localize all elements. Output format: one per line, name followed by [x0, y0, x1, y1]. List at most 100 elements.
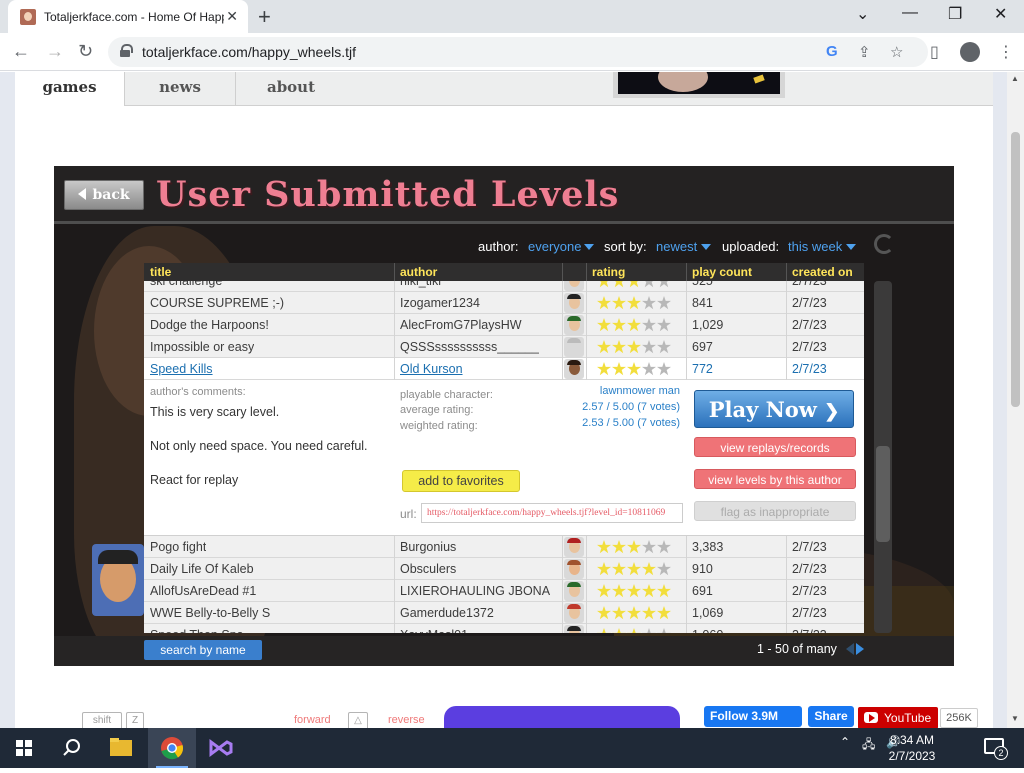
next-page-icon[interactable] [856, 643, 864, 655]
view-replays-button[interactable]: view replays/records [694, 437, 856, 457]
chrome-taskbar-button[interactable] [148, 728, 196, 768]
address-bar[interactable]: totaljerkface.com/happy_wheels.tjf G ⇪ ☆ [108, 37, 928, 67]
col-created-on[interactable]: created on [792, 265, 853, 279]
view-author-levels-button[interactable]: view levels by this author [694, 469, 856, 489]
level-url-field[interactable]: https://totaljerkface.com/happy_wheels.t… [421, 503, 683, 523]
star-rating [597, 606, 677, 620]
dropdown-arrow-icon[interactable] [584, 244, 594, 250]
reload-icon[interactable]: ↻ [78, 41, 93, 62]
table-row[interactable]: Daily Life Of Kaleb Obsculers 910 2/7/23 [144, 558, 864, 580]
minimize-icon[interactable]: — [902, 4, 918, 22]
level-author[interactable]: Old Kurson [400, 362, 463, 376]
level-author[interactable]: LIXIEROHAULING JBONA [400, 584, 550, 598]
character-avatar-icon [564, 603, 584, 623]
star-icon [612, 540, 626, 554]
level-author[interactable]: Gamerdude1372 [400, 606, 494, 620]
restore-icon[interactable]: ❐ [948, 4, 962, 24]
col-title[interactable]: title [150, 265, 171, 279]
network-icon[interactable]: 🖧 [862, 735, 875, 756]
search-by-name-button[interactable]: search by name [144, 640, 262, 660]
star-icon [627, 584, 641, 598]
uploaded-dropdown[interactable]: this week [788, 239, 842, 254]
refresh-icon[interactable] [874, 234, 894, 254]
dropdown-arrow-icon[interactable] [701, 244, 711, 250]
close-window-icon[interactable]: ✕ [994, 4, 1007, 24]
back-button[interactable]: back [64, 180, 144, 210]
add-to-favorites-button[interactable]: add to favorites [402, 470, 520, 492]
level-author[interactable]: Obsculers [400, 562, 456, 576]
sort-dropdown[interactable]: newest [656, 239, 697, 254]
page-scrollbar-thumb[interactable] [1011, 132, 1020, 407]
level-author[interactable]: AlecFromG7PlaysHW [400, 318, 522, 332]
star-icon [642, 584, 656, 598]
table-row[interactable]: Dodge the Harpoons! AlecFromG7PlaysHW 1,02… [144, 314, 864, 336]
play-now-label: Play Now [708, 397, 817, 422]
file-explorer-button[interactable] [97, 728, 145, 768]
dropdown-arrow-icon[interactable] [846, 244, 856, 250]
new-tab-icon[interactable]: + [258, 4, 271, 30]
nav-about[interactable]: about [236, 72, 346, 106]
start-button[interactable] [0, 728, 48, 768]
level-title[interactable]: Daily Life Of Kaleb [150, 562, 254, 576]
play-now-button[interactable]: Play Now ❯ [694, 390, 854, 428]
author-filter-dropdown[interactable]: everyone [528, 239, 581, 254]
list-scrollbar-thumb[interactable] [876, 446, 890, 542]
level-title[interactable]: AllofUsAreDead #1 [150, 584, 256, 598]
star-icon [612, 606, 626, 620]
level-title[interactable]: Speed Then Spa [150, 628, 244, 633]
table-row[interactable]: Speed Then Spa XavyMasl01 1,060 2/7/23 [144, 624, 864, 633]
table-row[interactable]: Impossible or easy QSSSssssssssss______ 69… [144, 336, 864, 358]
level-title[interactable]: WWE Belly-to-Belly S [150, 606, 270, 620]
table-row[interactable]: COURSE SUPREME ;-) Izogamer1234 841 2/7/23 [144, 292, 864, 314]
share-icon[interactable]: ⇪ [858, 43, 871, 61]
level-author[interactable]: Burgonius [400, 540, 456, 554]
page-scrollbar[interactable]: ▲ ▼ [1007, 72, 1024, 728]
forward-arrow-icon[interactable]: → [46, 41, 64, 62]
col-play-count[interactable]: play count [692, 265, 752, 279]
scroll-up-icon[interactable]: ▲ [1011, 74, 1019, 83]
table-row[interactable]: WWE Belly-to-Belly S Gamerdude1372 1,069 2/… [144, 602, 864, 624]
level-author[interactable]: niki_tiki [400, 281, 441, 288]
show-hidden-icons-icon[interactable]: ⌃ [840, 735, 850, 749]
menu-kebab-icon[interactable]: ⋮ [998, 42, 1014, 62]
star-icon [657, 562, 671, 576]
star-rating [597, 340, 677, 354]
table-row[interactable]: Pogo fight Burgonius 3,383 2/7/23 [144, 536, 864, 558]
nav-news[interactable]: news [125, 72, 235, 106]
scroll-down-icon[interactable]: ▼ [1011, 714, 1019, 723]
close-tab-icon[interactable]: ✕ [226, 8, 238, 25]
level-play-count: 1,069 [692, 606, 724, 620]
level-title[interactable]: Speed Kills [150, 362, 213, 376]
level-title[interactable]: Dodge the Harpoons! [150, 318, 269, 332]
tab-search-icon[interactable]: ⌄ [856, 4, 869, 24]
col-rating[interactable]: rating [592, 265, 625, 279]
col-divider [586, 292, 587, 314]
level-author[interactable]: XavyMasl01 [400, 628, 468, 633]
level-title[interactable]: ski challenge [150, 281, 222, 288]
visual-studio-button[interactable] [197, 728, 245, 768]
search-taskbar-button[interactable] [48, 728, 96, 768]
game-canvas[interactable]: back User Submitted Levels author: every… [54, 166, 954, 666]
system-clock[interactable]: 8:34 AM 2/7/2023 [880, 732, 944, 764]
table-row[interactable]: AllofUsAreDead #1 LIXIEROHAULING JBONA 691… [144, 580, 864, 602]
level-title[interactable]: Impossible or easy [150, 340, 254, 354]
col-divider [586, 314, 587, 336]
side-panel-icon[interactable]: ▯ [930, 42, 939, 62]
selected-level-row[interactable]: Speed Kills Old Kurson 772 2/7/23 [144, 358, 864, 380]
nav-games[interactable]: games [15, 72, 124, 106]
back-arrow-icon[interactable]: ← [12, 41, 30, 62]
table-row[interactable]: ski challenge niki_tiki 525 2/7/23 [144, 281, 864, 292]
profile-avatar-icon[interactable] [960, 42, 980, 62]
col-author[interactable]: author [400, 265, 437, 279]
level-author[interactable]: Izogamer1234 [400, 296, 480, 310]
prev-page-icon[interactable] [846, 643, 854, 655]
google-lens-icon[interactable]: G [826, 43, 838, 60]
level-author[interactable]: QSSSssssssssss______ [400, 340, 539, 354]
level-title[interactable]: Pogo fight [150, 540, 206, 554]
bookmark-star-icon[interactable]: ☆ [890, 43, 903, 61]
browser-tab[interactable]: Totaljerkface.com - Home Of Happy Wheels… [8, 0, 248, 33]
col-divider [786, 558, 787, 580]
header-thumbnail-image[interactable] [618, 72, 780, 94]
level-title[interactable]: COURSE SUPREME ;-) [150, 296, 284, 310]
flag-inappropriate-button[interactable]: flag as inappropriate [694, 501, 856, 521]
